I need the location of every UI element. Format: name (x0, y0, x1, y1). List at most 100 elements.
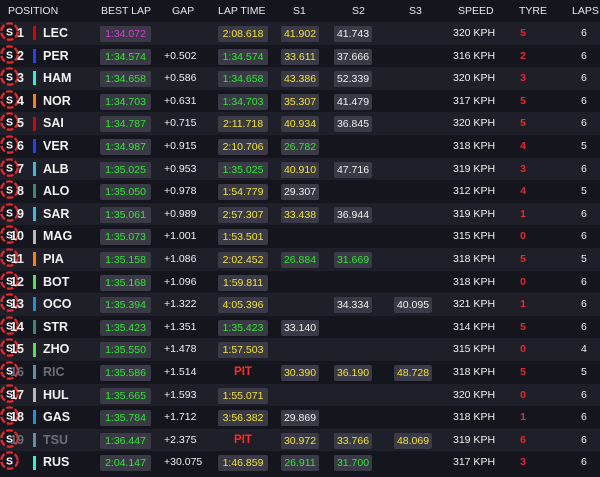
table-row[interactable]: 2 PER 1:34.574 +0.502 1:34.574 33.611 37.666 31… (0, 44, 600, 68)
driver-code[interactable]: GAS (43, 406, 70, 429)
best-lap-time: 1:34.987 (100, 138, 151, 155)
sector-1-time: 29.869 (281, 410, 319, 427)
driver-code[interactable]: SAI (43, 112, 64, 135)
header-gap[interactable]: GAP (172, 0, 194, 22)
pit-indicator: PIT (234, 433, 252, 446)
sector-1-time: 40.910 (281, 161, 319, 178)
speed-trap-value: 317 KPH (453, 94, 496, 107)
timing-board: POSITION BEST LAP GAP LAP TIME S1 S2 S3 … (0, 0, 600, 477)
last-lap-time: 1:35.423 (218, 319, 268, 336)
sector-2-time: 36.845 (334, 116, 372, 133)
last-lap-time: 2:11.718 (218, 116, 268, 133)
driver-code[interactable]: VER (43, 135, 69, 158)
table-row[interactable]: 12 BOT 1:35.168 +1.096 1:59.811 318 KPH 0 S 6 (0, 270, 600, 294)
position-number: 10 (10, 229, 24, 244)
table-row[interactable]: 6 VER 1:34.987 +0.915 2:10.706 26.782 318 KPH 4… (0, 135, 600, 158)
header-s1[interactable]: S1 (293, 0, 306, 22)
sector-3-time: 48.728 (394, 364, 432, 381)
sector-2-time: 36.944 (334, 206, 372, 223)
driver-code[interactable]: HUL (43, 384, 69, 407)
sector-1-time: 41.902 (281, 26, 319, 42)
driver-code[interactable]: RUS (43, 451, 69, 474)
table-row[interactable]: 13 OCO 1:35.394 +1.322 4:05.396 34.334 40.095 3… (0, 293, 600, 316)
table-row[interactable]: 5 SAI 1:34.787 +0.715 2:11.718 40.934 36.845 32… (0, 112, 600, 135)
header-laps[interactable]: LAPS (572, 0, 599, 22)
driver-code[interactable]: HAM (43, 67, 71, 90)
header-row: POSITION BEST LAP GAP LAP TIME S1 S2 S3 … (0, 0, 600, 22)
table-row[interactable]: 7 ALB 1:35.025 +0.953 1:35.025 40.910 47.716 31… (0, 157, 600, 181)
tyre-laps-count: 4 (520, 185, 526, 198)
team-color-bar (33, 252, 36, 267)
best-lap-time: 1:35.168 (100, 274, 151, 291)
best-lap-time: 2:04.147 (100, 455, 151, 472)
header-lap-time[interactable]: LAP TIME (218, 0, 265, 22)
table-row[interactable]: 18 GAS 1:35.784 +1.712 3:56.382 29.869 318 KPH… (0, 406, 600, 429)
tyre-laps-count: 4 (520, 139, 526, 152)
sector-2-time: 41.479 (334, 93, 372, 110)
speed-trap-value: 318 KPH (453, 275, 496, 288)
driver-code[interactable]: ALB (43, 158, 69, 181)
laps-count: 6 (581, 456, 587, 469)
driver-code[interactable]: OCO (43, 293, 71, 316)
header-s2[interactable]: S2 (352, 0, 365, 22)
position-number: 13 (10, 297, 24, 312)
speed-trap-value: 317 KPH (453, 456, 496, 469)
table-row[interactable]: 19 TSU 1:36.447 +2.375 PIT 30.972 33.766 48.069… (0, 428, 600, 452)
gap-value: +0.953 (164, 162, 197, 175)
header-speed[interactable]: SPEED (458, 0, 494, 22)
driver-code[interactable]: STR (43, 316, 68, 339)
laps-count: 6 (581, 94, 587, 107)
sector-1-time: 33.611 (281, 48, 319, 65)
tyre-laps-count: 5 (520, 365, 526, 378)
table-row[interactable]: 11 PIA 1:35.158 +1.086 2:02.452 26.884 31.669 3… (0, 247, 600, 271)
driver-code[interactable]: ZHO (43, 338, 69, 361)
driver-code[interactable]: TSU (43, 429, 68, 452)
last-lap-time: 2:10.706 (218, 138, 268, 155)
pit-indicator: PIT (234, 365, 252, 378)
gap-value: +1.712 (164, 411, 197, 424)
driver-code[interactable]: SAR (43, 203, 69, 226)
driver-code[interactable]: NOR (43, 90, 71, 113)
best-lap-time: 1:35.061 (100, 206, 151, 223)
table-row[interactable]: 3 HAM 1:34.658 +0.586 1:34.658 43.386 52.339 32… (0, 67, 600, 90)
table-row[interactable]: RUS 2:04.147 +30.075 1:46.859 26.911 31.700 31… (0, 451, 600, 474)
speed-trap-value: 318 KPH (453, 252, 496, 265)
header-best-lap[interactable]: BEST LAP (101, 0, 151, 22)
laps-count: 6 (581, 207, 587, 220)
header-position[interactable]: POSITION (8, 0, 58, 22)
driver-code[interactable]: LEC (43, 22, 68, 45)
header-s3[interactable]: S3 (409, 0, 422, 22)
driver-code[interactable]: ALO (43, 180, 69, 203)
table-row[interactable]: 14 STR 1:35.423 +1.351 1:35.423 33.140 314 KPH… (0, 315, 600, 339)
driver-code[interactable]: BOT (43, 271, 69, 294)
sector-1-time: 26.782 (281, 138, 319, 155)
tyre-laps-count: 0 (520, 343, 526, 356)
header-tyre[interactable]: TYRE (519, 0, 547, 22)
driver-code[interactable]: RIC (43, 361, 65, 384)
driver-code[interactable]: MAG (43, 225, 72, 248)
table-row[interactable]: 10 MAG 1:35.073 +1.001 1:53.501 315 KPH 0 S 6 (0, 225, 600, 248)
driver-code[interactable]: PIA (43, 248, 64, 271)
driver-code[interactable]: PER (43, 45, 69, 68)
gap-value: +0.502 (164, 49, 197, 62)
tyre-laps-count: 3 (520, 72, 526, 85)
table-row[interactable]: 16 RIC 1:35.586 +1.514 PIT 30.390 36.190 48.728… (0, 361, 600, 384)
position-number: 19 (10, 432, 24, 447)
last-lap-time: 1:59.811 (218, 274, 268, 291)
tyre-laps-count: 1 (520, 298, 526, 311)
tyre-laps-count: 0 (520, 275, 526, 288)
table-row[interactable]: 9 SAR 1:35.061 +0.989 2:57.307 33.438 36.944 31… (0, 202, 600, 226)
table-row[interactable]: 4 NOR 1:34.703 +0.631 1:34.703 35.307 41.479 31… (0, 89, 600, 113)
team-color-bar (33, 342, 36, 357)
laps-count: 6 (581, 411, 587, 424)
table-row[interactable]: 1 LEC 1:34.072 2:08.618 41.902 41.743 320 KPH 5… (0, 22, 600, 45)
table-row[interactable]: 8 ALO 1:35.050 +0.978 1:54.779 29.307 312 KPH 4… (0, 180, 600, 203)
driver-rows: 1 LEC 1:34.072 2:08.618 41.902 41.743 320 KPH 5… (0, 22, 600, 474)
table-row[interactable]: 17 HUL 1:35.665 +1.593 1:55.071 320 KPH 0 S 6 (0, 383, 600, 407)
laps-count: 6 (581, 320, 587, 333)
last-lap-time: 1:54.779 (218, 184, 268, 201)
table-row[interactable]: 15 ZHO 1:35.550 +1.478 1:57.503 315 KPH 0 S 4 (0, 338, 600, 361)
last-lap-time: 1:35.025 (218, 161, 268, 178)
laps-count: 5 (581, 185, 587, 198)
position-number: 1 (17, 26, 24, 40)
